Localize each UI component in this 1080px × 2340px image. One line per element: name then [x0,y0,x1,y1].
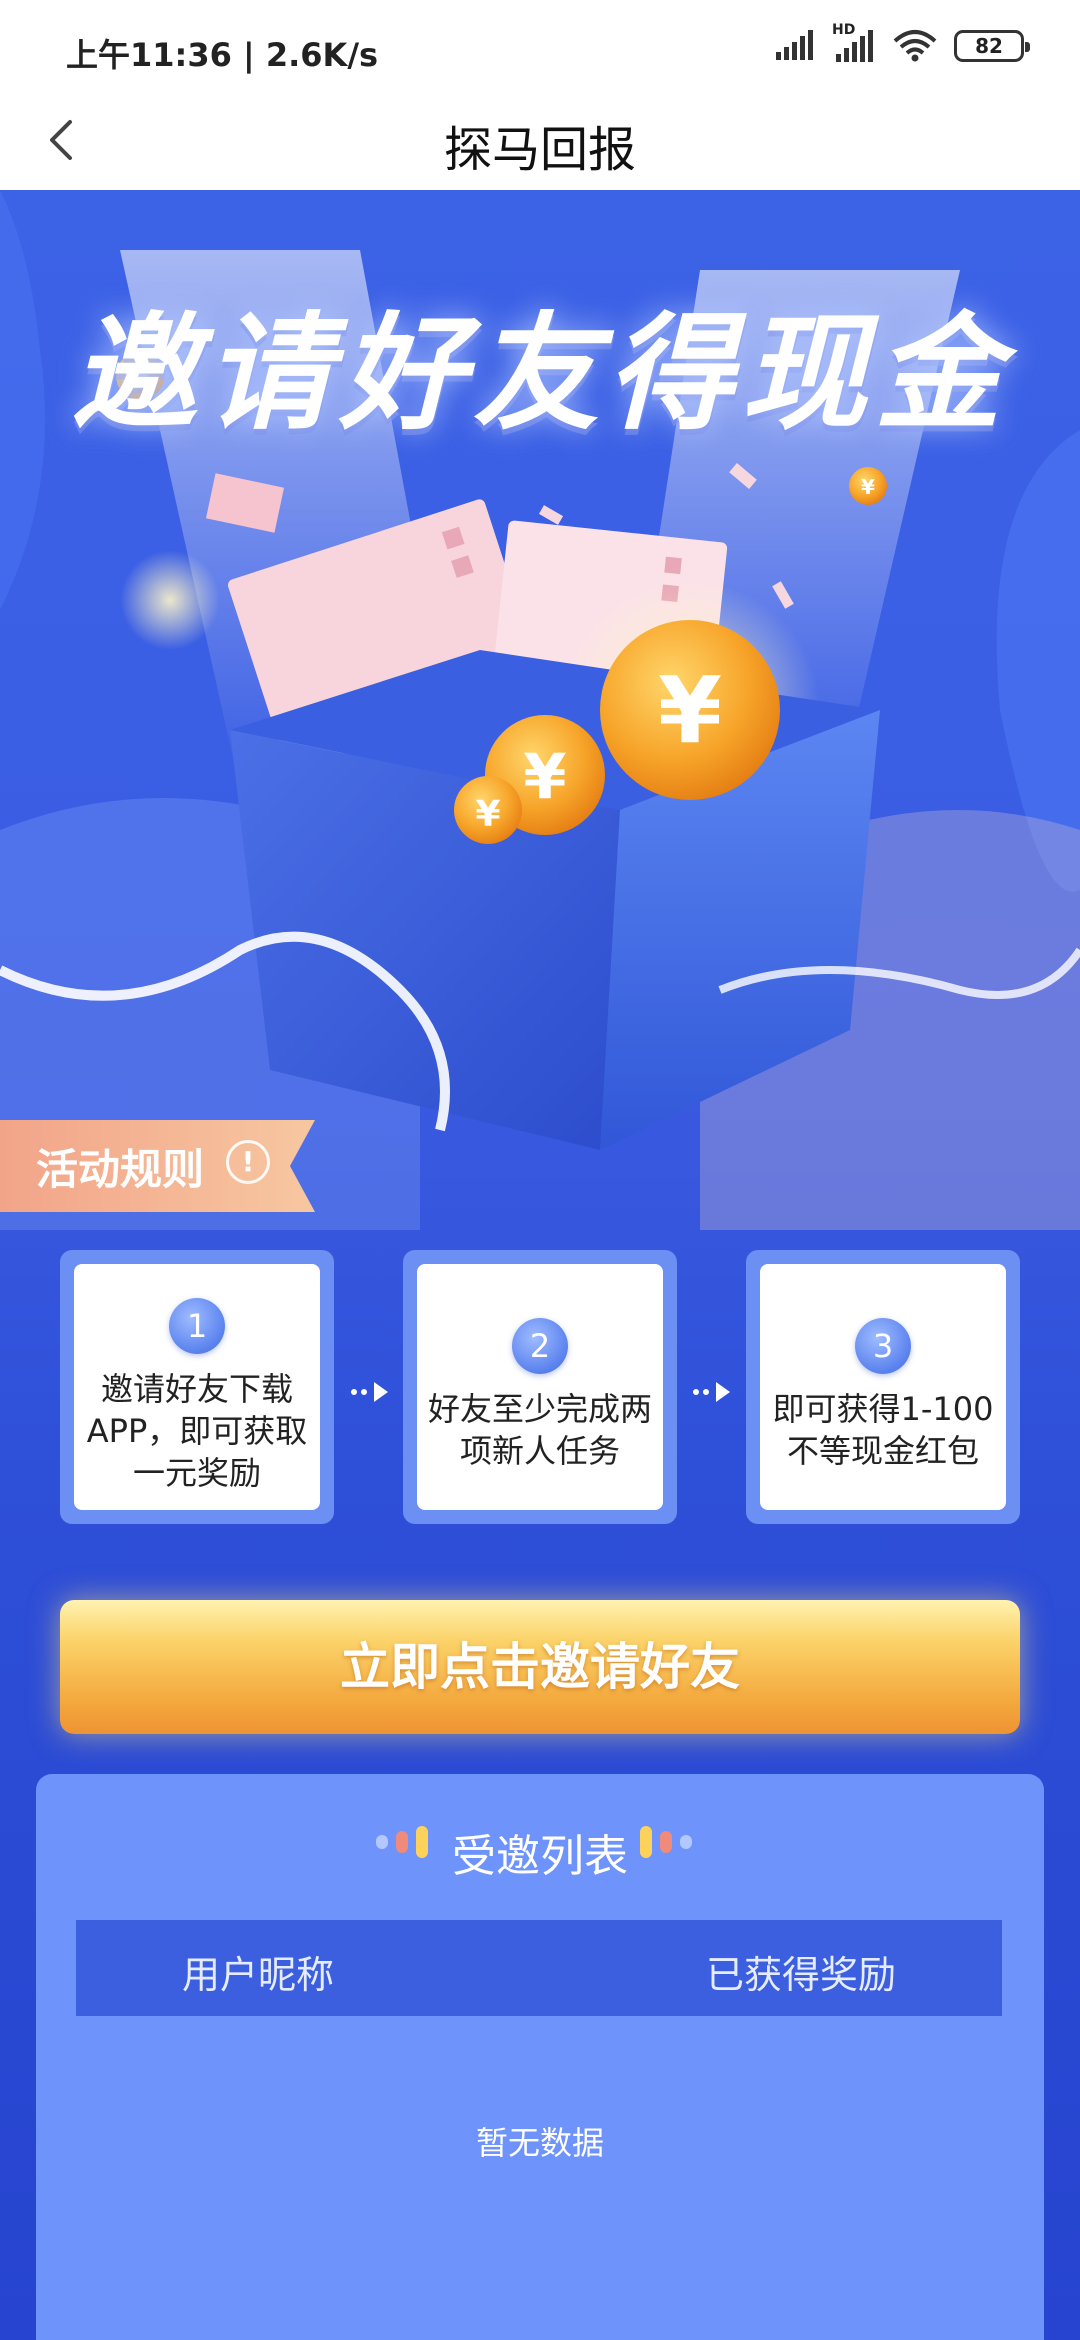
battery-indicator: 82 [954,30,1030,62]
nav-bar: 探马回报 [0,96,1080,190]
step-number: 2 [512,1318,568,1374]
svg-text:¥: ¥ [658,657,722,764]
wifi-icon [893,30,937,62]
step-card-3: 3 即可获得1-100 不等现金红包 [746,1250,1020,1524]
step-card-1: 1 邀请好友下载 APP，即可获取 一元奖励 [60,1250,334,1524]
step-number: 1 [169,1298,225,1354]
hd-label: HD [832,22,856,38]
main-content: ¥ ¥ ¥ ¥ ¥ 邀请好友得现金 活动规则 ! 1 邀请好友下载 APP，即可… [0,190,1080,2340]
svg-text:¥: ¥ [475,794,500,835]
table-header: 用户昵称 已获得奖励 [76,1920,1002,2016]
svg-text:¥: ¥ [523,740,566,813]
step-text: 邀请好友下载 APP，即可获取 一元奖励 [80,1368,314,1494]
step-card-body: 3 即可获得1-100 不等现金红包 [760,1264,1006,1510]
empty-state-text: 暂无数据 [475,2124,604,2162]
step-text-line: 即可获得1-100 [772,1390,994,1428]
title-decoration-right [640,1826,692,1858]
step-card-body: 2 好友至少完成两 项新人任务 [417,1264,663,1510]
info-icon[interactable]: ! [226,1140,270,1184]
step-arrow-icon [693,1382,730,1402]
activity-rules-tag[interactable]: 活动规则 ! [0,1120,315,1212]
step-text-line: 不等现金红包 [786,1432,979,1470]
deco-dot [660,1831,672,1853]
invite-friends-button[interactable]: 立即点击邀请好友 [60,1600,1020,1734]
invite-friends-label: 立即点击邀请好友 [340,1639,740,1695]
column-header-user: 用户昵称 [182,1953,335,1997]
status-bar: 上午11:36 | 2.6K/s HD 82 [0,0,1080,96]
step-text-line: APP，即可获取 [86,1412,308,1450]
hero-banner: ¥ ¥ ¥ ¥ ¥ 邀请好友得现金 [0,190,1080,1230]
step-card-body: 1 邀请好友下载 APP，即可获取 一元奖励 [74,1264,320,1510]
svg-text:¥: ¥ [861,475,875,499]
deco-dot [680,1835,692,1849]
hd-signal-icon: HD [832,22,876,64]
step-text-line: 好友至少完成两 [427,1390,652,1428]
invite-list-title: 受邀列表 [452,1831,628,1882]
step-card-2: 2 好友至少完成两 项新人任务 [403,1250,677,1524]
signal-icon [776,30,813,60]
hero-title: 邀请好友得现金 [71,300,1009,447]
step-text-line: 一元奖励 [132,1454,261,1492]
invite-list-panel: 受邀列表 用户昵称 已获得奖励 暂无数据 [36,1774,1044,2340]
step-text: 好友至少完成两 项新人任务 [423,1388,657,1472]
column-header-reward: 已获得奖励 [706,1953,897,1997]
step-text-line: 邀请好友下载 [100,1370,293,1408]
deco-dot [640,1826,652,1858]
step-text-line: 项新人任务 [459,1432,620,1470]
activity-rules-label: 活动规则 [36,1145,205,1194]
page-title: 探马回报 [443,122,636,178]
status-time-speed: 上午11:36 | 2.6K/s [66,36,379,74]
step-arrow-icon [351,1382,388,1402]
step-text: 即可获得1-100 不等现金红包 [766,1388,1000,1472]
status-icons: HD 82 [774,22,1030,64]
step-number: 3 [855,1318,911,1374]
